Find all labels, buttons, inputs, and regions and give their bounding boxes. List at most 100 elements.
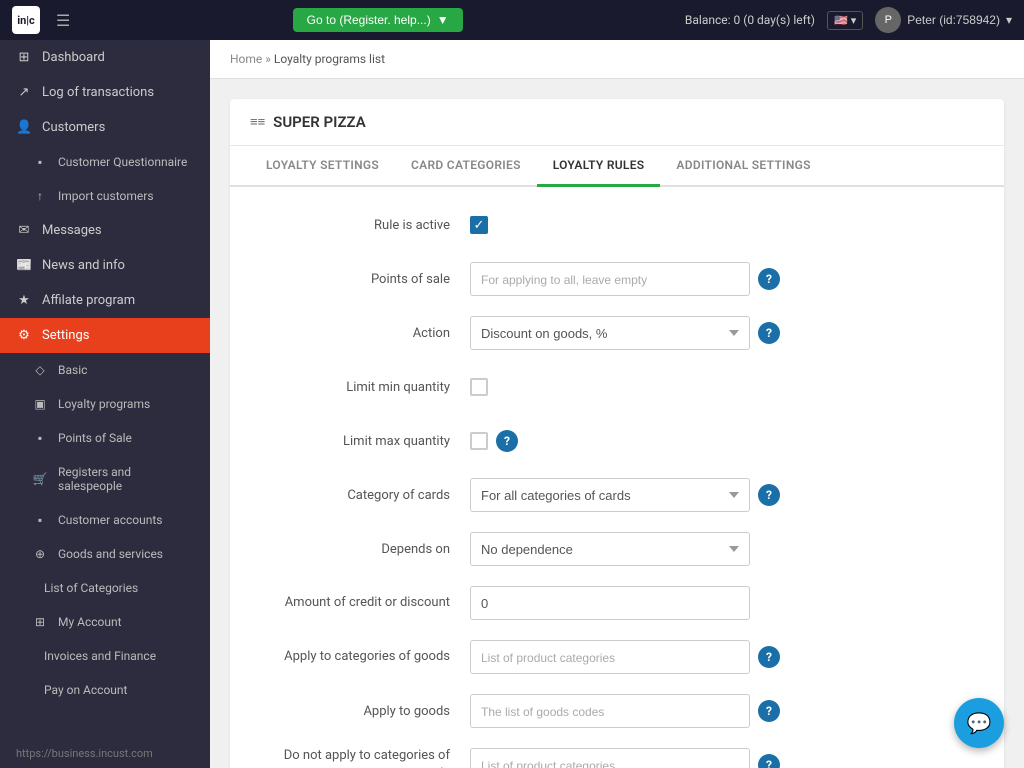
sidebar-item-log-transactions[interactable]: ↗ Log of transactions — [0, 75, 210, 110]
form-row-rule-active: Rule is active ✓ — [270, 207, 964, 243]
customers-icon: 👤 — [16, 120, 32, 135]
card-title: SUPER PIZZA — [273, 113, 366, 131]
hamburger-button[interactable]: ☰ — [56, 11, 70, 30]
topbar-left: in|c ☰ — [12, 6, 70, 34]
action-help-icon[interactable]: ? — [758, 322, 780, 344]
sidebar-item-news-and-info[interactable]: 📰 News and info — [0, 248, 210, 283]
main-layout: ⊞ Dashboard ↗ Log of transactions 👤 Cust… — [0, 40, 1024, 768]
category-cards-select[interactable]: For all categories of cardsSpecific cate… — [470, 478, 750, 512]
card-header: ≡≡ SUPER PIZZA — [230, 99, 1004, 146]
limit-max-help-icon[interactable]: ? — [496, 430, 518, 452]
sidebar-item-customer-questionnaire[interactable]: ▪ Customer Questionnaire — [0, 145, 210, 179]
sidebar-item-import-customers[interactable]: ↑ Import customers — [0, 179, 210, 213]
breadcrumb: Home » Loyalty programs list — [210, 40, 1024, 79]
chat-fab-icon: 💬 — [967, 711, 992, 735]
basic-icon: ◇ — [32, 363, 48, 377]
action-select[interactable]: Discount on goods, %Points bonusFixed di… — [470, 316, 750, 350]
depends-on-select[interactable]: No dependenceAccumulative amountNumber o… — [470, 532, 750, 566]
user-menu-button[interactable]: P Peter (id:758942) ▾ — [875, 7, 1012, 33]
logo-icon: in|c — [12, 6, 40, 34]
sidebar-item-registers[interactable]: 🛒 Registers and salespeople — [0, 455, 210, 503]
sidebar-item-points-of-sale[interactable]: ▪ Points of Sale — [0, 421, 210, 455]
category-cards-help-icon[interactable]: ? — [758, 484, 780, 506]
apply-categories-help-icon[interactable]: ? — [758, 646, 780, 668]
sidebar-label-dashboard: Dashboard — [42, 50, 105, 65]
points-of-sale-icon: ▪ — [32, 431, 48, 445]
balance-text: Balance: 0 (0 day(s) left) — [685, 13, 815, 27]
form-row-depends-on: Depends on No dependenceAccumulative amo… — [270, 531, 964, 567]
sidebar-item-affiliate-program[interactable]: ★ Affilate program — [0, 283, 210, 318]
settings-icon: ⚙ — [16, 328, 32, 343]
tab-card-categories[interactable]: CARD CATEGORIES — [395, 146, 537, 187]
form-row-action: Action Discount on goods, %Points bonusF… — [270, 315, 964, 351]
flag-icon: 🇺🇸 — [834, 15, 848, 27]
sidebar-item-my-account[interactable]: ⊞ My Account — [0, 605, 210, 639]
language-flag-button[interactable]: 🇺🇸 ▾ — [827, 11, 863, 30]
amount-input[interactable] — [470, 586, 750, 620]
breadcrumb-current: Loyalty programs list — [274, 52, 385, 66]
go-button-label: Go to (Register. help...) — [307, 13, 431, 27]
sidebar-item-customer-accounts[interactable]: ▪ Customer accounts — [0, 503, 210, 537]
dashboard-icon: ⊞ — [16, 50, 32, 65]
amount-control — [470, 586, 964, 620]
import-customers-icon: ↑ — [32, 189, 48, 203]
points-of-sale-input[interactable] — [470, 262, 750, 296]
form-row-limit-max: Limit max quantity ? — [270, 423, 964, 459]
sidebar-label-customer-questionnaire: Customer Questionnaire — [58, 155, 187, 169]
sidebar-label-settings: Settings — [42, 328, 89, 343]
tab-loyalty-settings[interactable]: LOYALTY SETTINGS — [250, 146, 395, 187]
limit-min-checkbox[interactable] — [470, 378, 488, 396]
main-card: ≡≡ SUPER PIZZA LOYALTY SETTINGS CARD CAT… — [230, 99, 1004, 768]
sidebar-label-goods-services: Goods and services — [58, 547, 163, 561]
registers-icon: 🛒 — [32, 472, 48, 486]
form-body: Rule is active ✓ Points of sale ? — [230, 187, 1004, 768]
checkmark-icon: ✓ — [474, 219, 485, 232]
tab-loyalty-rules[interactable]: LOYALTY RULES — [537, 146, 661, 187]
apply-categories-control: ? — [470, 640, 964, 674]
affiliate-icon: ★ — [16, 293, 32, 308]
dont-apply-categories-help-icon[interactable]: ? — [758, 754, 780, 768]
limit-max-checkbox[interactable] — [470, 432, 488, 450]
sidebar-item-goods-services[interactable]: ⊕ Goods and services — [0, 537, 210, 571]
form-row-limit-min: Limit min quantity — [270, 369, 964, 405]
sidebar-item-invoices[interactable]: Invoices and Finance — [0, 639, 210, 673]
user-label: Peter (id:758942) — [907, 13, 1000, 27]
sidebar-label-registers: Registers and salespeople — [58, 465, 194, 493]
dont-apply-categories-input[interactable] — [470, 748, 750, 768]
sidebar-item-list-categories[interactable]: List of Categories — [0, 571, 210, 605]
tab-additional-settings[interactable]: ADDITIONAL SETTINGS — [660, 146, 826, 187]
limit-max-control: ? — [470, 430, 964, 452]
depends-on-label: Depends on — [270, 542, 470, 557]
sidebar-label-messages: Messages — [42, 223, 102, 238]
sidebar-item-pay-on-account[interactable]: Pay on Account — [0, 673, 210, 707]
breadcrumb-home[interactable]: Home — [230, 52, 262, 66]
points-of-sale-help-icon[interactable]: ? — [758, 268, 780, 290]
depends-on-control: No dependenceAccumulative amountNumber o… — [470, 532, 964, 566]
action-label: Action — [270, 326, 470, 341]
rule-active-control: ✓ — [470, 216, 964, 234]
sidebar-item-settings[interactable]: ⚙ Settings — [0, 318, 210, 353]
limit-max-label: Limit max quantity — [270, 434, 470, 449]
sidebar-item-messages[interactable]: ✉ Messages — [0, 213, 210, 248]
apply-categories-label: Apply to categories of goods — [270, 648, 470, 666]
form-row-category-cards: Category of cards For all categories of … — [270, 477, 964, 513]
chat-fab-button[interactable]: 💬 — [954, 698, 1004, 748]
sidebar-label-news: News and info — [42, 258, 125, 273]
messages-icon: ✉ — [16, 223, 32, 238]
sidebar-item-dashboard[interactable]: ⊞ Dashboard — [0, 40, 210, 75]
rule-active-checkbox[interactable]: ✓ — [470, 216, 488, 234]
goods-services-icon: ⊕ — [32, 547, 48, 561]
category-cards-control: For all categories of cardsSpecific cate… — [470, 478, 964, 512]
tabs-container: LOYALTY SETTINGS CARD CATEGORIES LOYALTY… — [230, 146, 1004, 187]
apply-categories-input[interactable] — [470, 640, 750, 674]
apply-goods-help-icon[interactable]: ? — [758, 700, 780, 722]
sidebar-item-loyalty-programs[interactable]: ▣ Loyalty programs — [0, 387, 210, 421]
go-register-button[interactable]: Go to (Register. help...) ▼ — [293, 8, 463, 32]
sidebar-label-customers: Customers — [42, 120, 105, 135]
apply-goods-control: ? — [470, 694, 964, 728]
loyalty-programs-icon: ▣ — [32, 397, 48, 411]
sidebar-label-my-account: My Account — [58, 615, 122, 629]
sidebar-item-customers[interactable]: 👤 Customers — [0, 110, 210, 145]
apply-goods-input[interactable] — [470, 694, 750, 728]
sidebar-item-basic[interactable]: ◇ Basic — [0, 353, 210, 387]
